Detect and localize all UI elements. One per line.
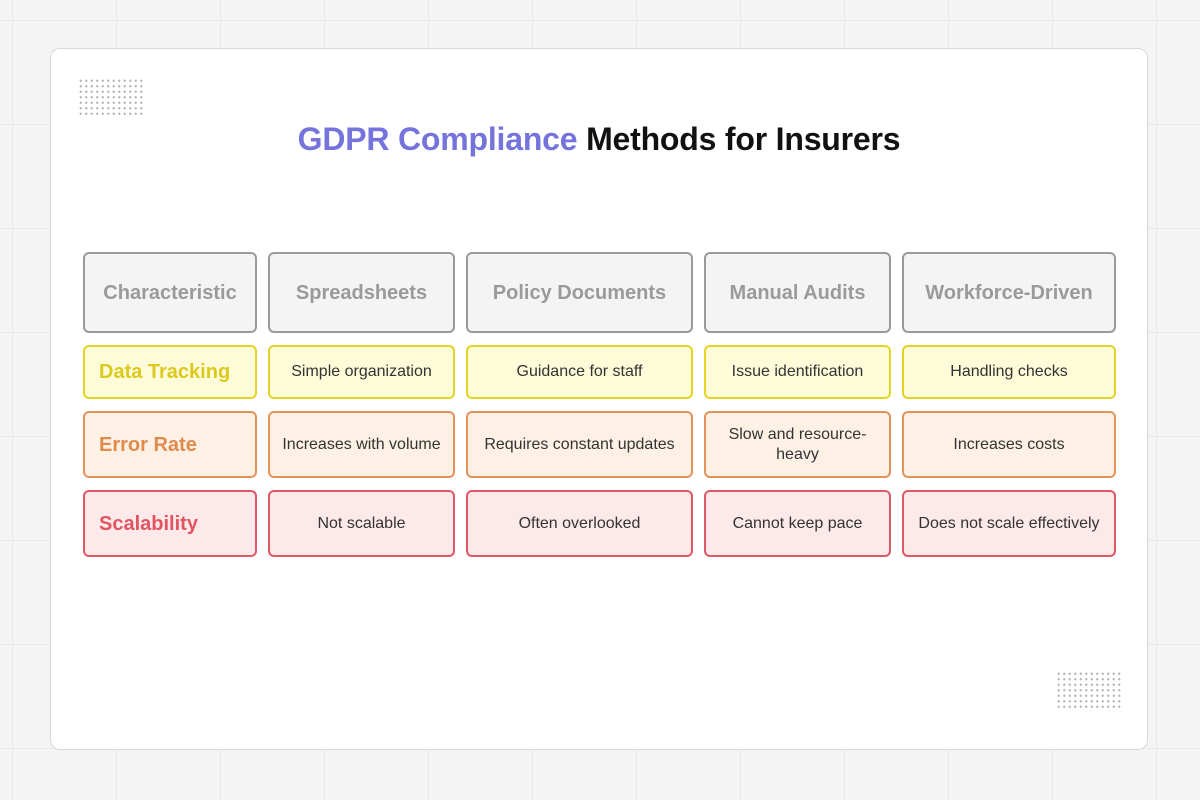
table-cell: Not scalable — [268, 490, 455, 557]
table-cell: Simple organization — [268, 345, 455, 399]
title-rest: Methods for Insurers — [586, 121, 901, 157]
table-cell: Increases costs — [902, 411, 1116, 478]
title-accent: GDPR Compliance — [297, 121, 578, 157]
table-cell: Increases with volume — [268, 411, 455, 478]
header-cell-policy-documents: Policy Documents — [466, 252, 693, 333]
row-label-scalability: Scalability — [83, 490, 257, 557]
row-label-data-tracking: Data Tracking — [83, 345, 257, 399]
table-cell: Handling checks — [902, 345, 1116, 399]
table-cell: Requires constant updates — [466, 411, 693, 478]
table-cell: Cannot keep pace — [704, 490, 891, 557]
diagram-card: GDPR Compliance Methods for Insurers Cha… — [50, 48, 1148, 750]
table-cell: Slow and resource-heavy — [704, 411, 891, 478]
header-cell-characteristic: Characteristic — [83, 252, 257, 333]
header-cell-workforce-driven: Workforce-Driven — [902, 252, 1116, 333]
table-cell: Does not scale effectively — [902, 490, 1116, 557]
dot-pattern-decoration — [78, 78, 144, 116]
header-cell-manual-audits: Manual Audits — [704, 252, 891, 333]
table-cell: Often overlooked — [466, 490, 693, 557]
row-label-error-rate: Error Rate — [83, 411, 257, 478]
dot-pattern-decoration — [1056, 671, 1122, 709]
header-cell-spreadsheets: Spreadsheets — [268, 252, 455, 333]
table-cell: Guidance for staff — [466, 345, 693, 399]
table-cell: Issue identification — [704, 345, 891, 399]
page-title: GDPR Compliance Methods for Insurers — [51, 121, 1147, 158]
